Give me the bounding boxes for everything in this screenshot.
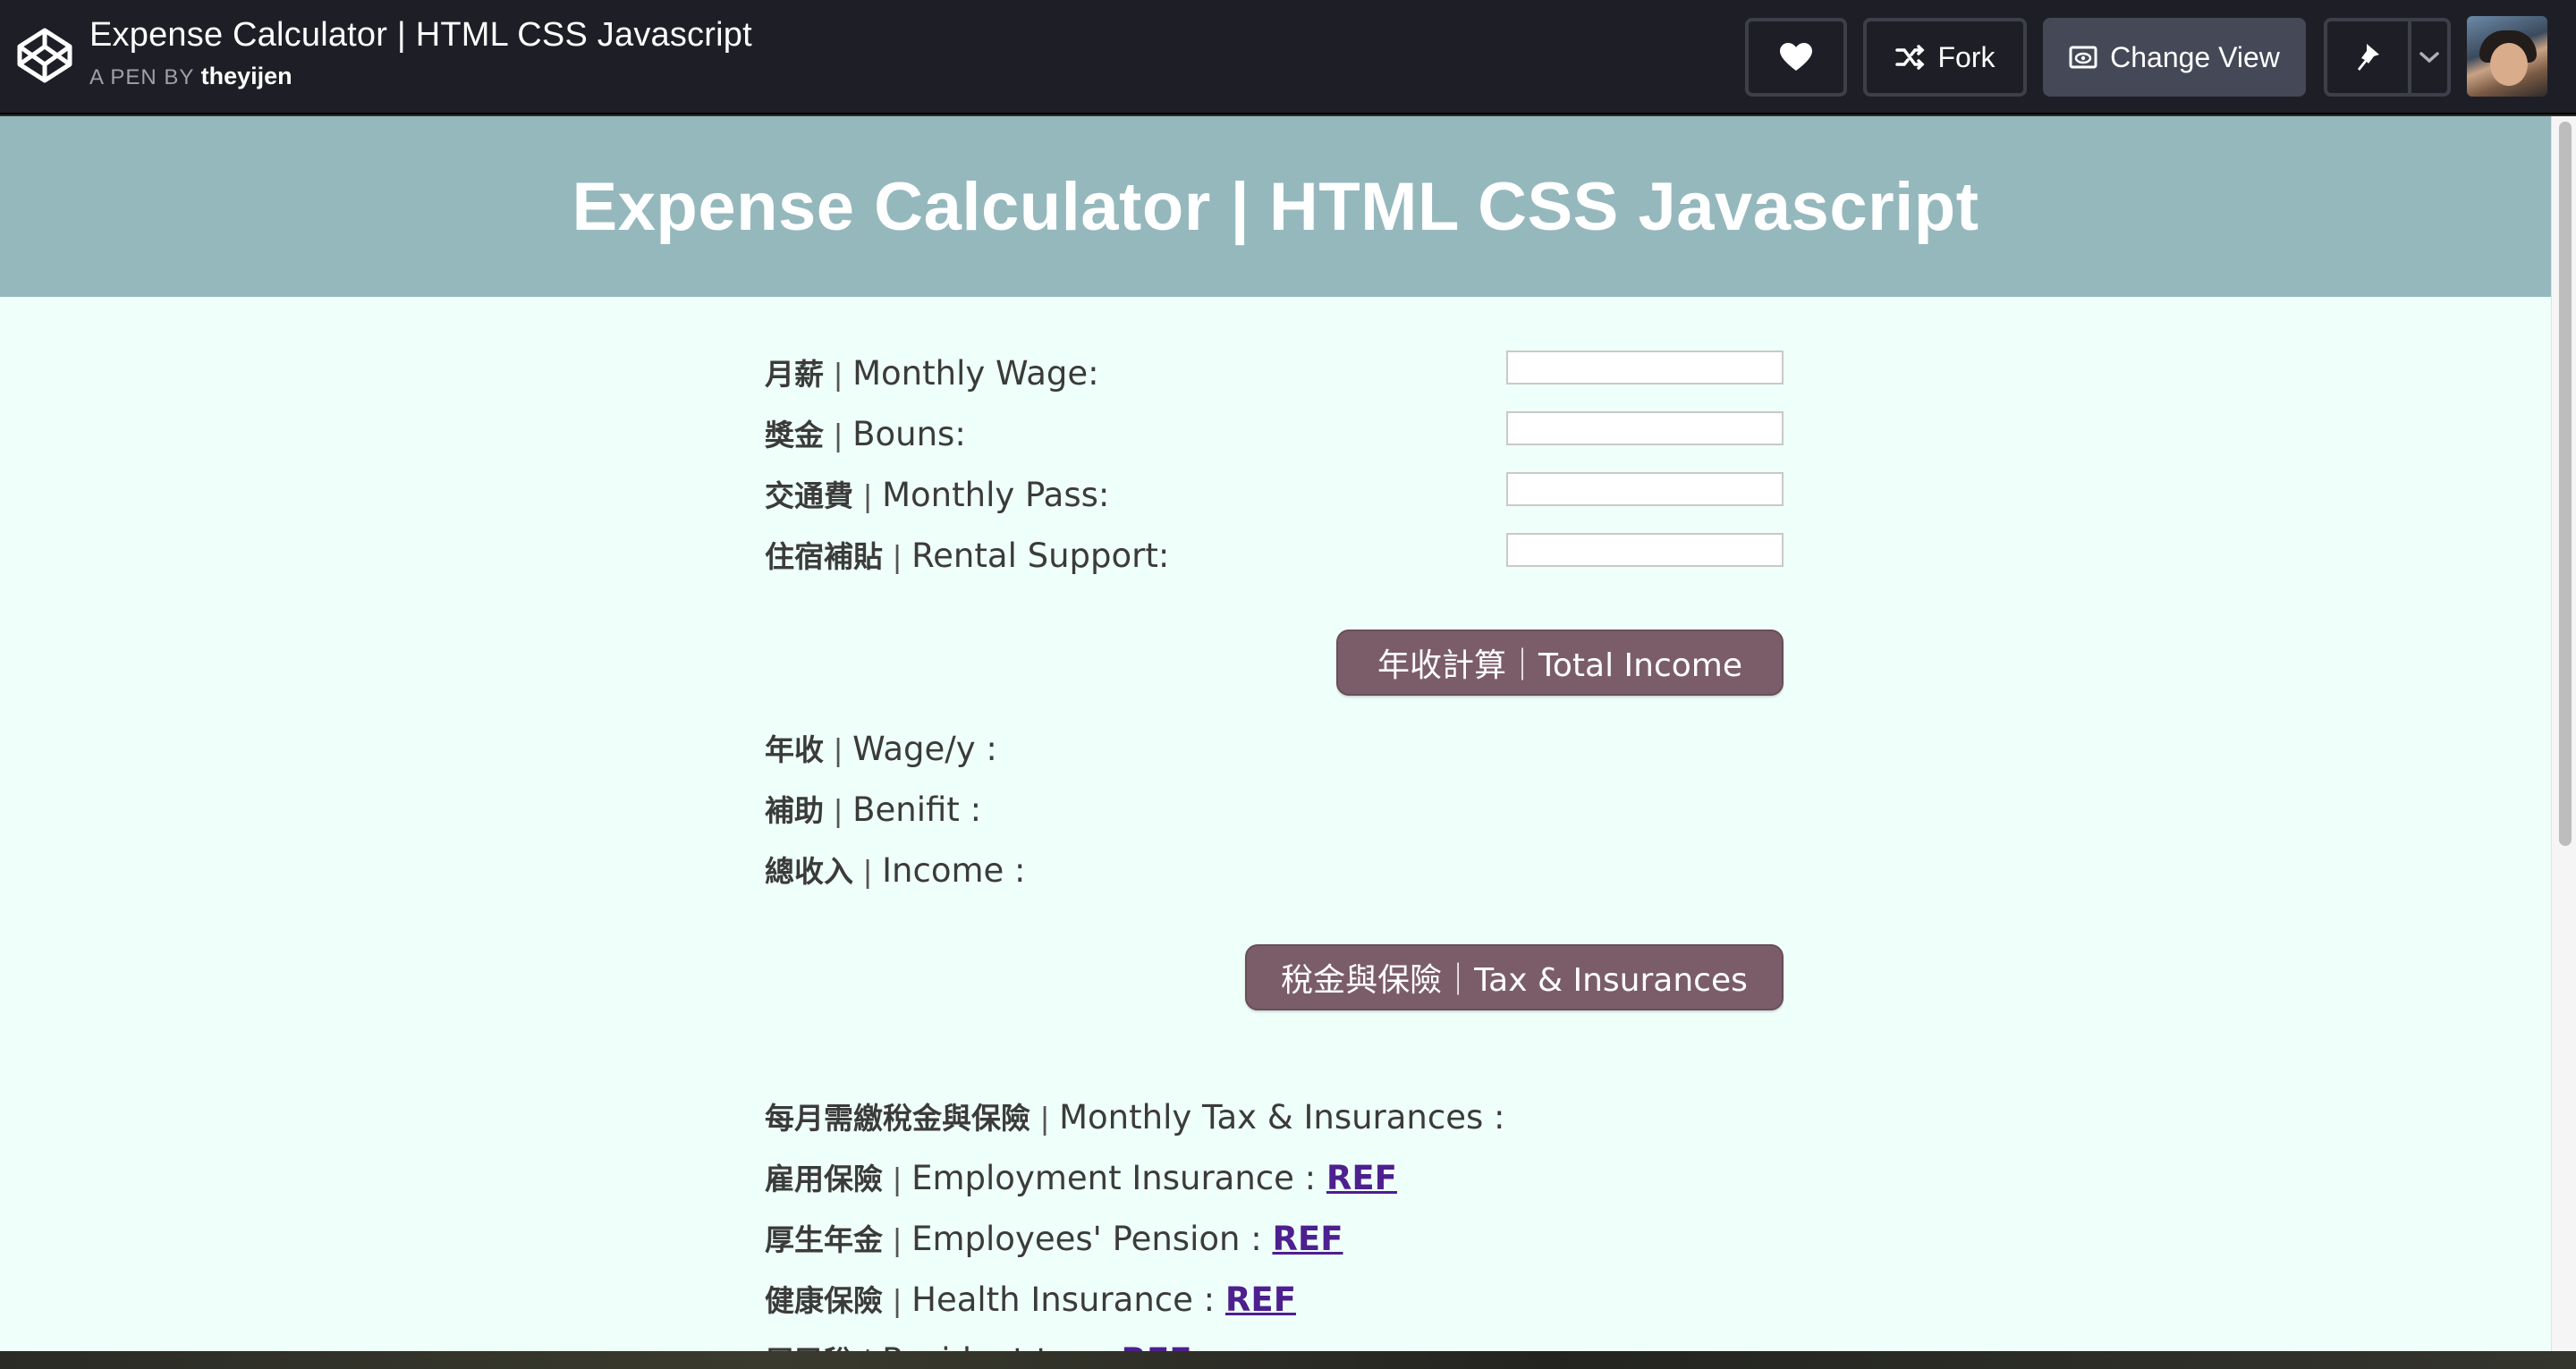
health-insurance-ref-link[interactable]: REF [1225, 1280, 1296, 1319]
pin-dropdown[interactable] [2411, 21, 2447, 93]
byline-prefix: A PEN BY [89, 65, 194, 89]
chevron-down-icon [2419, 52, 2439, 63]
fork-button[interactable]: Fork [1863, 18, 2027, 97]
rental-support-input[interactable] [1506, 533, 1784, 567]
resident-tax-label: 居民稅 | Resident tax : REF [765, 1338, 1192, 1351]
monthly-wage-input[interactable] [1506, 351, 1784, 385]
page-banner: Expense Calculator | HTML CSS Javascript [0, 116, 2551, 297]
eye-icon [2069, 46, 2097, 69]
monthly-pass-input[interactable] [1506, 472, 1784, 506]
change-view-label: Change View [2110, 40, 2280, 73]
tax-insurance-button[interactable]: 稅金與保險｜Tax & Insurances [1245, 944, 1784, 1010]
author-link[interactable]: theyijen [201, 63, 292, 89]
resident-tax-ref-link[interactable]: REF [1122, 1341, 1192, 1351]
monthly-wage-label: 月薪 | Monthly Wage: [765, 354, 1099, 393]
page-heading: Expense Calculator | HTML CSS Javascript [572, 168, 1979, 245]
rental-support-label: 住宿補貼 | Rental Support: [765, 537, 1170, 575]
income-label: 總收入 | Income : [765, 851, 1026, 890]
employment-insurance-label: 雇用保險 | Employment Insurance : REF [765, 1159, 1397, 1197]
employees-pension-ref-link[interactable]: REF [1272, 1220, 1343, 1258]
total-income-button[interactable]: 年收計算｜Total Income [1336, 630, 1784, 696]
user-avatar[interactable] [2467, 16, 2547, 97]
codepen-header: Expense Calculator | HTML CSS Javascript… [0, 0, 2576, 114]
fork-icon [1894, 45, 1924, 70]
wage-per-year-label: 年收 | Wage/y : [765, 730, 997, 768]
employees-pension-label: 厚生年金 | Employees' Pension : REF [765, 1220, 1343, 1258]
codepen-logo-icon[interactable] [16, 27, 73, 84]
pen-preview: Expense Calculator | HTML CSS Javascript… [0, 116, 2551, 1351]
heart-icon [1780, 43, 1812, 71]
benefit-label: 補助 | Benifit : [765, 790, 982, 829]
fork-label: Fork [1937, 40, 1996, 73]
avatar-face [2490, 43, 2528, 86]
pin-button[interactable] [2327, 21, 2411, 93]
scrollbar-thumb[interactable] [2559, 122, 2572, 846]
monthly-pass-label: 交通費 | Monthly Pass: [765, 476, 1110, 514]
pen-title[interactable]: Expense Calculator | HTML CSS Javascript [89, 16, 752, 55]
pen-byline: A PEN BY theyijen [89, 63, 292, 90]
like-button[interactable] [1745, 18, 1847, 97]
health-insurance-label: 健康保險 | Health Insurance : REF [765, 1280, 1296, 1319]
monthly-tax-label: 每月需繳稅金與保險 | Monthly Tax & Insurances : [765, 1098, 1505, 1137]
bonus-label: 獎金 | Bouns: [765, 415, 966, 453]
bonus-input[interactable] [1506, 411, 1784, 445]
pin-icon [2358, 44, 2379, 71]
employment-insurance-ref-link[interactable]: REF [1326, 1159, 1397, 1197]
bottom-background-strip [0, 1351, 2576, 1369]
preview-scrollbar[interactable] [2551, 116, 2576, 1351]
change-view-button[interactable]: Change View [2043, 18, 2306, 97]
pin-button-group [2324, 18, 2451, 97]
